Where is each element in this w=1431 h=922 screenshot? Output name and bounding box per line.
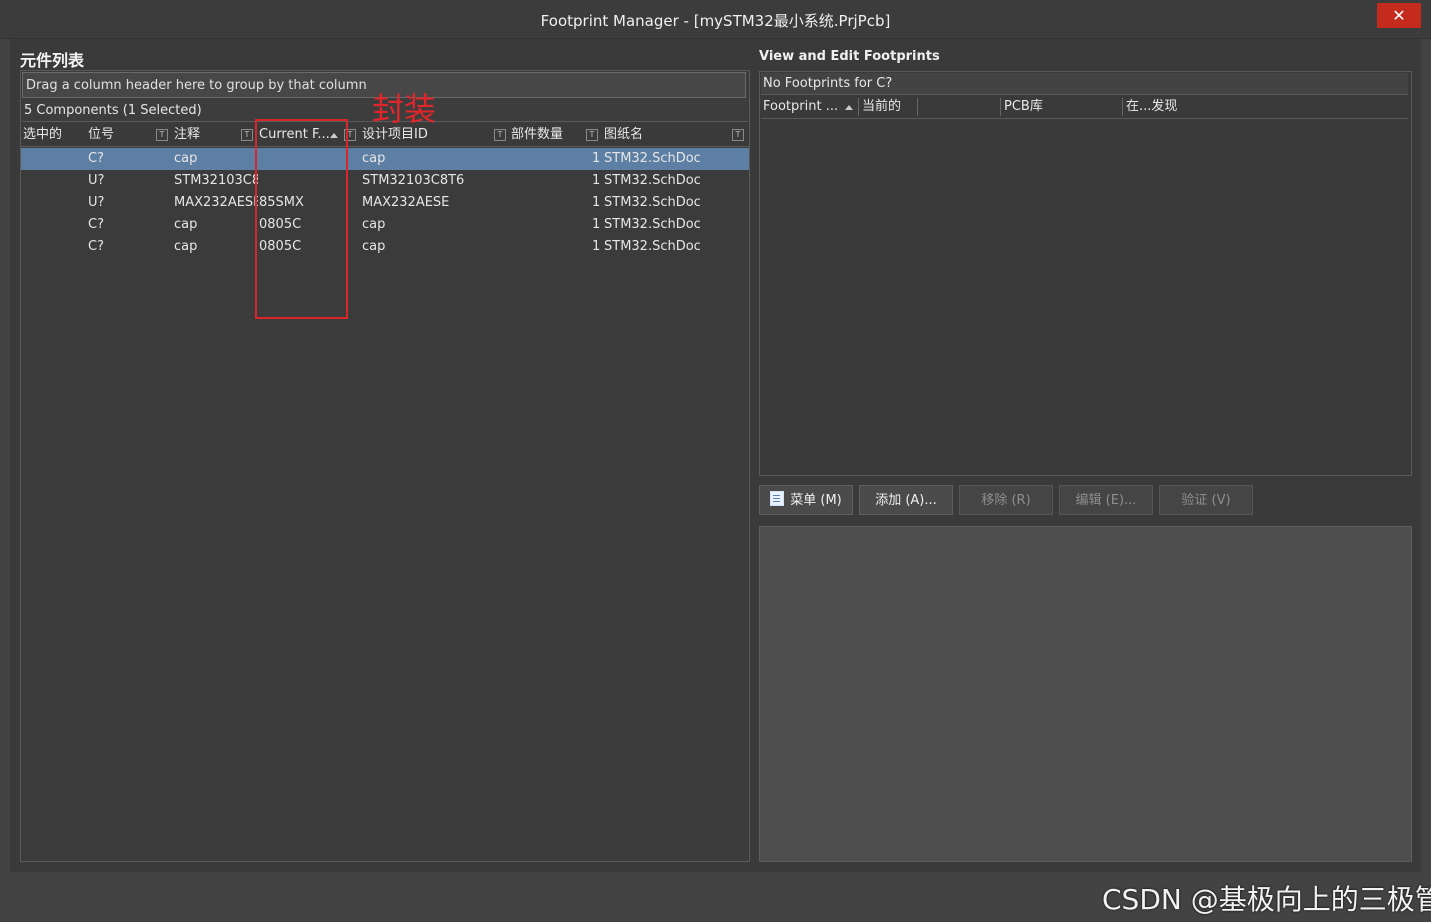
column-separator[interactable] [1122, 98, 1123, 116]
table-row[interactable]: C? cap cap 1 STM32.SchDoc [21, 148, 749, 170]
cell-sheet-name: STM32.SchDoc [604, 195, 701, 210]
col-header-footprint[interactable]: Footprint ... [763, 96, 838, 118]
cell-part-count: 1 [592, 173, 601, 188]
cell-designator: C? [88, 151, 104, 166]
col-header-sheet-name[interactable]: 图纸名 [604, 124, 643, 146]
menu-button[interactable]: 菜单 (M) [759, 485, 853, 515]
col-header-found-in[interactable]: 在...发现 [1126, 96, 1177, 118]
column-separator[interactable] [858, 98, 859, 116]
cell-comment: cap [174, 151, 198, 166]
cell-comment: STM32103C8 [174, 173, 258, 188]
cell-sheet-name: STM32.SchDoc [604, 217, 701, 232]
cell-design-item-id: MAX232AESE [362, 195, 450, 210]
cell-design-item-id: cap [362, 239, 386, 254]
title-bar: Footprint Manager - [mySTM32最小系统.PrjPcb]… [0, 0, 1431, 39]
cell-sheet-name: STM32.SchDoc [604, 151, 701, 166]
table-row[interactable]: U? STM32103C8 STM32103C8T6 1 STM32.SchDo… [21, 170, 749, 192]
cell-part-count: 1 [592, 195, 601, 210]
remove-button[interactable]: 移除 (R) [959, 485, 1053, 515]
table-row[interactable]: C? cap 0805C cap 1 STM32.SchDoc [21, 214, 749, 236]
column-separator[interactable] [1000, 98, 1001, 116]
footprint-table-header: Footprint ... 当前的 PCB库 在...发现 [761, 96, 1408, 119]
cell-designator: C? [88, 239, 104, 254]
menu-icon [770, 491, 785, 506]
table-row[interactable]: C? cap 0805C cap 1 STM32.SchDoc [21, 236, 749, 258]
column-separator[interactable] [917, 98, 918, 116]
close-button[interactable]: ✕ [1377, 3, 1421, 28]
table-row[interactable]: U? MAX232AESE 85SMX MAX232AESE 1 STM32.S… [21, 192, 749, 214]
col-header-selected[interactable]: 选中的 [23, 124, 62, 146]
annotation-label: 封装 [372, 90, 437, 128]
col-header-current[interactable]: 当前的 [862, 96, 901, 118]
cell-comment: MAX232AESE [174, 195, 258, 210]
component-list-panel: Drag a column header here to group by th… [20, 70, 750, 862]
filter-icon[interactable]: T [586, 129, 598, 141]
cell-part-count: 1 [592, 151, 601, 166]
view-edit-footprints-title: View and Edit Footprints [759, 49, 940, 64]
cell-sheet-name: STM32.SchDoc [604, 239, 701, 254]
cell-part-count: 1 [592, 239, 601, 254]
footprint-preview-panel [759, 526, 1412, 862]
filter-icon[interactable]: T [156, 129, 168, 141]
cell-designator: C? [88, 217, 104, 232]
sort-ascending-icon [845, 105, 853, 110]
cell-comment: cap [174, 239, 198, 254]
cell-designator: U? [88, 173, 105, 188]
annotation-highlight-box [255, 119, 348, 319]
no-footprints-message: No Footprints for C? [761, 73, 1408, 95]
cell-designator: U? [88, 195, 105, 210]
filter-icon[interactable]: T [494, 129, 506, 141]
component-list-title: 元件列表 [20, 51, 85, 70]
col-header-part-count[interactable]: 部件数量 [511, 124, 563, 146]
cell-sheet-name: STM32.SchDoc [604, 173, 701, 188]
add-button[interactable]: 添加 (A)... [859, 485, 953, 515]
cell-part-count: 1 [592, 217, 601, 232]
edit-button[interactable]: 编辑 (E)... [1059, 485, 1153, 515]
window-title: Footprint Manager - [mySTM32最小系统.PrjPcb] [540, 12, 891, 30]
filter-icon[interactable]: T [241, 129, 253, 141]
cell-design-item-id: cap [362, 151, 386, 166]
filter-icon[interactable]: T [732, 129, 744, 141]
col-header-designator[interactable]: 位号 [88, 124, 114, 146]
col-header-comment[interactable]: 注释 [174, 124, 200, 146]
footprint-list-panel: No Footprints for C? Footprint ... 当前的 P… [759, 71, 1412, 476]
cell-design-item-id: cap [362, 217, 386, 232]
cell-design-item-id: STM32103C8T6 [362, 173, 465, 188]
watermark: CSDN @基极向上的三极管 [1102, 883, 1431, 916]
col-header-pcb-library[interactable]: PCB库 [1004, 96, 1043, 118]
validate-button[interactable]: 验证 (V) [1159, 485, 1253, 515]
menu-button-label: 菜单 (M) [790, 493, 842, 508]
cell-comment: cap [174, 217, 198, 232]
